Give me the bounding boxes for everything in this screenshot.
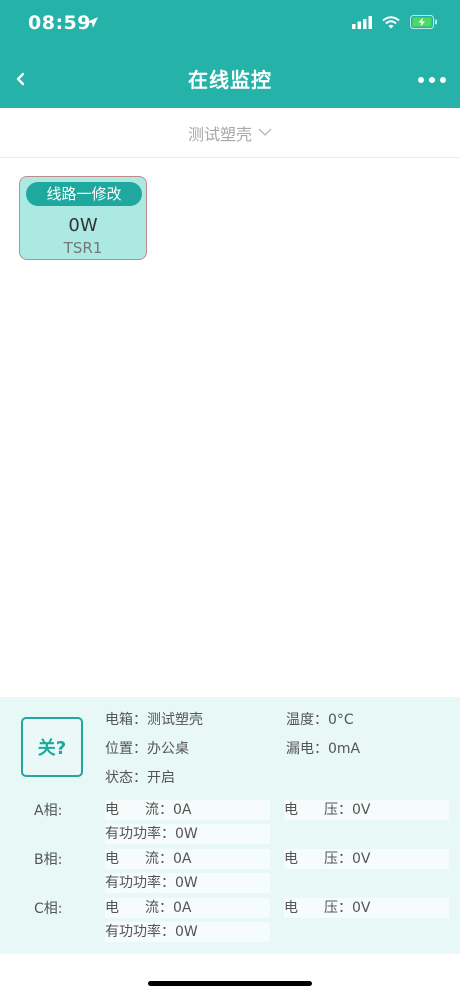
signal-icon bbox=[352, 15, 372, 29]
box-label: 电箱： bbox=[105, 712, 147, 728]
phase-b-voltage: 电压：0V bbox=[284, 849, 449, 869]
circuit-power: 0W bbox=[68, 215, 98, 236]
phase-b-power: 有功功率：0W bbox=[105, 873, 270, 893]
temperature-info: 温度：0°C bbox=[286, 709, 354, 729]
location-value: 办公桌 bbox=[147, 741, 189, 757]
box-selector[interactable]: 测试塑壳 bbox=[0, 108, 460, 158]
phase-c-power: 有功功率：0W bbox=[105, 922, 270, 942]
circuit-card[interactable]: 线路一修改 0W TSR1 bbox=[19, 176, 147, 260]
info-panel: 关? 电箱：测试塑壳 温度：0°C 位置：办公桌 漏电：0mA 状态：开启 A相… bbox=[0, 697, 460, 954]
page-title: 在线监控 bbox=[188, 68, 272, 92]
box-value: 测试塑壳 bbox=[147, 712, 203, 728]
circuit-code: TSR1 bbox=[63, 239, 103, 257]
switch-toggle-button[interactable]: 关? bbox=[21, 717, 83, 777]
chevron-down-icon bbox=[258, 128, 272, 136]
location-label: 位置： bbox=[105, 741, 147, 757]
location-arrow-icon bbox=[87, 17, 98, 28]
phase-label-c: C相: bbox=[34, 901, 63, 917]
leakage-info: 漏电：0mA bbox=[286, 738, 360, 758]
more-button[interactable] bbox=[418, 68, 446, 92]
state-label: 状态： bbox=[105, 770, 147, 786]
phase-label-b: B相: bbox=[34, 852, 63, 868]
phase-label-a: A相: bbox=[34, 803, 63, 819]
more-dot-icon bbox=[440, 77, 446, 83]
battery-charging-icon bbox=[410, 15, 437, 29]
state-info: 状态：开启 bbox=[105, 767, 175, 787]
box-info: 电箱：测试塑壳 bbox=[105, 709, 203, 729]
more-dot-icon bbox=[418, 77, 424, 83]
status-time: 08:59 bbox=[28, 12, 91, 34]
box-selector-value: 测试塑壳 bbox=[187, 124, 252, 144]
more-dot-icon bbox=[429, 77, 435, 83]
status-bar: 08:59 bbox=[0, 0, 460, 50]
phase-a-current: 电流：0A bbox=[105, 800, 270, 820]
leakage-label: 漏电： bbox=[286, 741, 328, 757]
circuit-name: 线路一修改 bbox=[26, 182, 142, 206]
wifi-icon bbox=[382, 15, 400, 28]
home-indicator bbox=[148, 981, 312, 986]
state-value: 开启 bbox=[147, 770, 175, 786]
leakage-value: 0mA bbox=[328, 741, 361, 757]
phase-a-power: 有功功率：0W bbox=[105, 824, 270, 844]
phase-a-voltage: 电压：0V bbox=[284, 800, 449, 820]
temperature-label: 温度： bbox=[286, 712, 328, 728]
temperature-value: 0°C bbox=[328, 712, 354, 728]
nav-bar: 在线监控 bbox=[0, 50, 460, 108]
status-indicators bbox=[352, 15, 438, 29]
phase-b-current: 电流：0A bbox=[105, 849, 270, 869]
phase-c-current: 电流：0A bbox=[105, 898, 270, 918]
phase-c-voltage: 电压：0V bbox=[284, 898, 449, 918]
location-info: 位置：办公桌 bbox=[105, 738, 189, 758]
